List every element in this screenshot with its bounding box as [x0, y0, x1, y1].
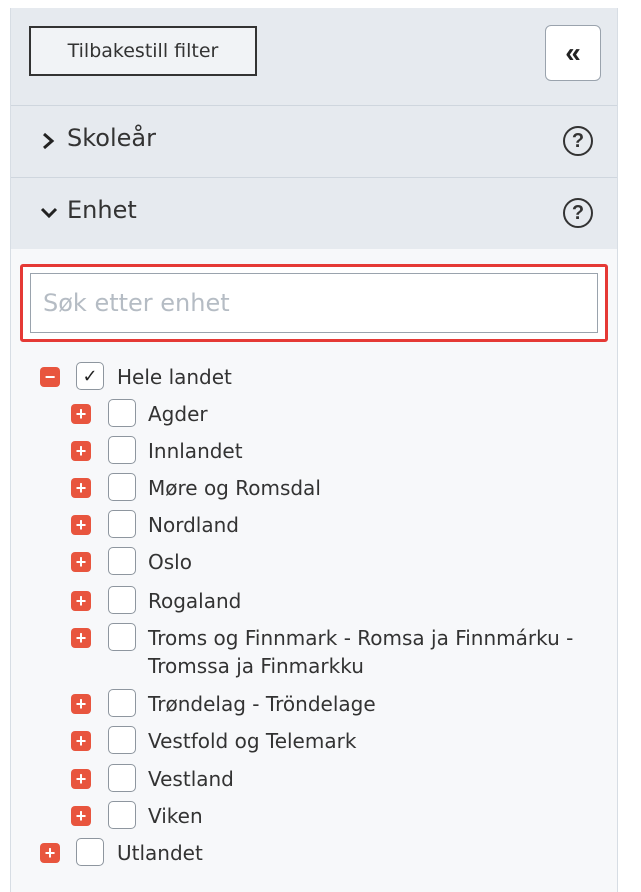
tree-label: Vestland: [148, 767, 234, 791]
tree-label: Hele landet: [117, 365, 232, 389]
help-icon[interactable]: ?: [563, 126, 593, 156]
tree-label: Trøndelag - Tröndelage: [148, 692, 376, 716]
tree-node: + Nordland: [71, 510, 601, 540]
checkbox-checked[interactable]: ✓: [76, 362, 104, 390]
plus-icon[interactable]: +: [71, 806, 91, 826]
section-skolear[interactable]: Skoleår ?: [11, 106, 617, 178]
collapse-panel-button[interactable]: «: [545, 25, 601, 81]
checkbox[interactable]: [108, 801, 136, 829]
checkbox[interactable]: [108, 510, 136, 538]
tree-label: Utlandet: [117, 841, 203, 865]
double-chevron-left-icon: «: [565, 37, 581, 68]
tree-node: + Agder: [71, 399, 601, 429]
plus-icon[interactable]: +: [71, 515, 91, 535]
tree-label: Nordland: [148, 513, 239, 537]
plus-icon[interactable]: +: [71, 404, 91, 424]
tree-node-root: − ✓ Hele landet: [40, 362, 600, 392]
help-icon[interactable]: ?: [563, 198, 593, 228]
search-focus-ring: [20, 264, 608, 342]
checkmark-icon: ✓: [82, 365, 98, 386]
plus-icon[interactable]: +: [71, 628, 91, 648]
checkbox[interactable]: [108, 689, 136, 717]
tree-node: + Innlandet: [71, 436, 601, 466]
checkbox[interactable]: [108, 436, 136, 464]
checkbox[interactable]: [108, 623, 136, 651]
plus-icon[interactable]: +: [71, 769, 91, 789]
tree-node: + Vestland: [71, 764, 601, 794]
tree-label: Oslo: [148, 550, 192, 574]
tree-label: Agder: [148, 402, 208, 426]
checkbox[interactable]: [76, 838, 104, 866]
plus-icon[interactable]: +: [40, 843, 60, 863]
chevron-right-icon: [43, 132, 55, 150]
plus-icon[interactable]: +: [71, 441, 91, 461]
minus-icon[interactable]: −: [40, 367, 60, 387]
checkbox[interactable]: [108, 547, 136, 575]
filter-topbar: Tilbakestill filter «: [11, 8, 617, 106]
section-title-skolear: Skoleår: [67, 124, 156, 152]
tree-label: Rogaland: [148, 589, 242, 613]
filter-panel: Tilbakestill filter « Skoleår ? Enhet ? …: [10, 8, 618, 892]
tree-label: Troms og Finnmark - Romsa ja Finnmárku -: [148, 626, 574, 650]
tree-node: + Rogaland: [71, 586, 601, 616]
tree-node: + Trøndelag - Tröndelage: [71, 689, 601, 719]
checkbox[interactable]: [108, 726, 136, 754]
plus-icon[interactable]: +: [71, 552, 91, 572]
tree-label: Innlandet: [148, 439, 243, 463]
unit-search-input[interactable]: [30, 273, 598, 333]
tree-label: Viken: [148, 804, 203, 828]
tree-label-continuation: Tromssa ja Finmarkku: [148, 654, 364, 678]
plus-icon[interactable]: +: [71, 478, 91, 498]
tree-node: + Møre og Romsdal: [71, 473, 601, 503]
section-title-enhet: Enhet: [67, 196, 137, 224]
tree-node: + Viken: [71, 801, 601, 831]
checkbox[interactable]: [108, 764, 136, 792]
tree-label: Møre og Romsdal: [148, 476, 321, 500]
chevron-down-icon: [40, 207, 58, 219]
tree-node-root-sibling: + Utlandet: [40, 838, 600, 868]
checkbox[interactable]: [108, 399, 136, 427]
tree-node: + Troms og Finnmark - Romsa ja Finnmárku…: [71, 623, 601, 683]
tree-node: + Vestfold og Telemark: [71, 726, 601, 756]
plus-icon[interactable]: +: [71, 591, 91, 611]
tree-node: + Oslo: [71, 547, 601, 577]
tree-label: Vestfold og Telemark: [148, 729, 357, 753]
checkbox[interactable]: [108, 473, 136, 501]
checkbox[interactable]: [108, 586, 136, 614]
reset-filter-button[interactable]: Tilbakestill filter: [29, 26, 257, 76]
plus-icon[interactable]: +: [71, 694, 91, 714]
plus-icon[interactable]: +: [71, 731, 91, 751]
section-enhet[interactable]: Enhet ?: [11, 178, 617, 249]
